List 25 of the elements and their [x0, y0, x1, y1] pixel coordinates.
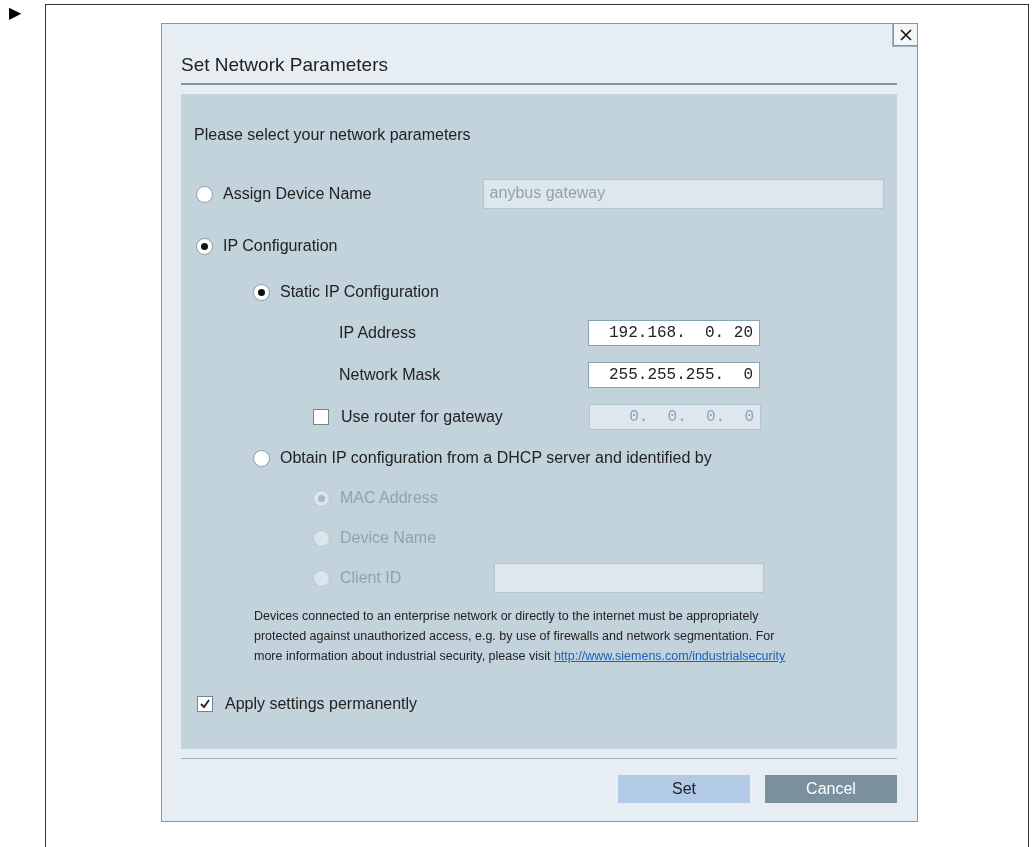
radio-button[interactable] — [253, 283, 270, 301]
cancel-button[interactable]: Cancel — [765, 775, 897, 803]
triangle-marker: ▶ — [9, 3, 22, 22]
set-button[interactable]: Set — [618, 775, 750, 803]
close-icon — [899, 28, 912, 41]
radio-button[interactable] — [196, 185, 213, 203]
input-field[interactable]: 192.168. 0. 20 — [588, 320, 760, 346]
option-label: Use router for gateway — [341, 408, 504, 426]
option-label: IP Configuration — [223, 237, 338, 255]
security-notice: Devices connected to an enterprise network or directly to the internet must be appropriately protected against unauthorized access, e.g. by use of firewalls and network segmentation. For more information about industrial security, please visit http://www.siemens.com/industrialsecurity — [254, 608, 787, 665]
checkbox[interactable] — [197, 696, 213, 712]
field-label: IP Address — [339, 324, 418, 342]
option-label: Apply settings permanently — [225, 695, 418, 713]
security-link[interactable]: http://www.siemens.com/industrialsecurity — [553, 649, 786, 663]
dialog-title: Set Network Parameters — [181, 24, 897, 85]
close-button[interactable] — [893, 23, 918, 46]
option-label: Obtain IP configuration from a DHCP server and identified by — [280, 449, 712, 467]
checkbox[interactable] — [313, 409, 329, 425]
option-label: Assign Device Name — [223, 185, 373, 203]
field-label: Network Mask — [339, 366, 442, 384]
radio-button[interactable] — [196, 237, 213, 255]
input-field[interactable]: 255.255.255. 0 — [588, 362, 760, 388]
option-label: Static IP Configuration — [280, 283, 439, 301]
prompt-text: Please select your network parameters — [194, 126, 472, 145]
radio-button[interactable] — [253, 449, 270, 467]
